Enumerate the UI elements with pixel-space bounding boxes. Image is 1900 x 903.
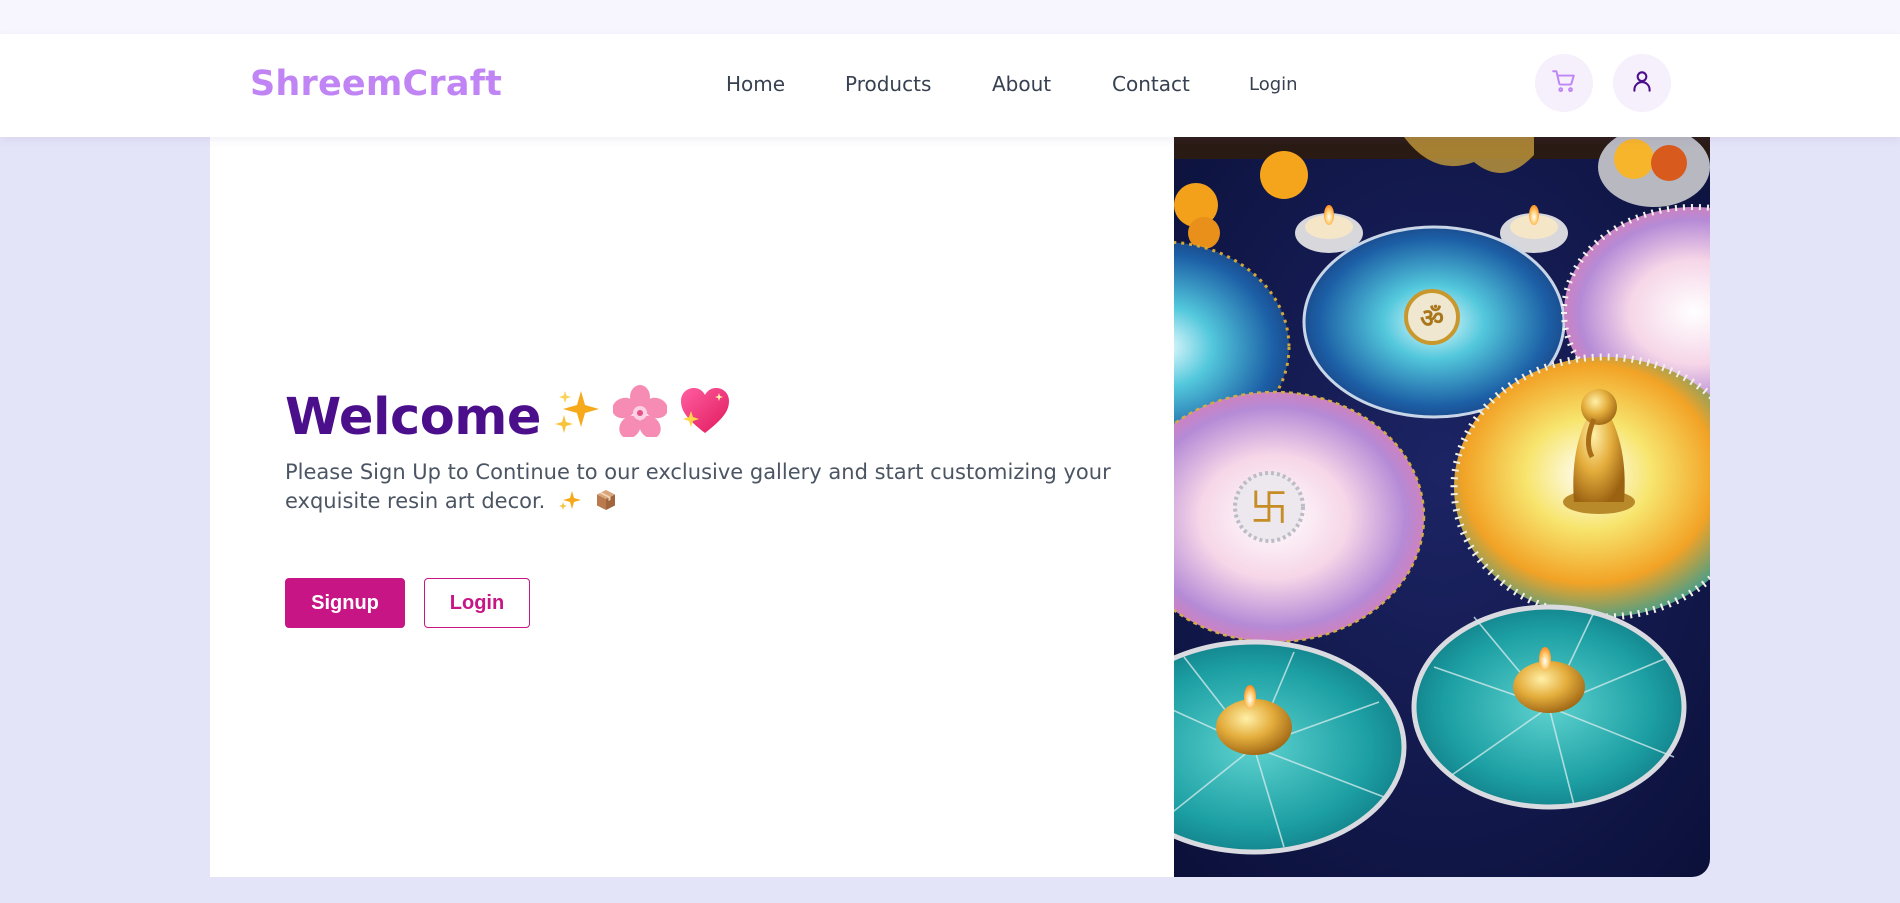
- svg-text:ॐ: ॐ: [1420, 304, 1444, 334]
- welcome-subtitle: Please Sign Up to Continue to our exclus…: [285, 458, 1135, 519]
- navbar: ShreemCraft Home Products About Contact …: [0, 34, 1900, 137]
- nav-products-link[interactable]: Products: [845, 72, 931, 96]
- sparkles-small-icon: [558, 489, 582, 519]
- signup-button[interactable]: Signup: [285, 578, 405, 628]
- nav-about-link[interactable]: About: [992, 72, 1051, 96]
- login-button[interactable]: Login: [424, 578, 530, 628]
- sparkles-icon: [551, 385, 603, 450]
- cherry-blossom-icon: [612, 385, 668, 450]
- welcome-card: Welcome Please Sign Up to Continue to ou…: [210, 137, 1710, 877]
- welcome-subtitle-text: Please Sign Up to Continue to our exclus…: [285, 460, 1111, 513]
- user-profile-button[interactable]: [1613, 54, 1671, 112]
- nav-home-link[interactable]: Home: [726, 72, 785, 96]
- package-icon: [595, 489, 617, 519]
- user-profile-icon: [1629, 68, 1655, 99]
- shopping-cart-icon: [1551, 68, 1577, 99]
- welcome-title: Welcome: [285, 388, 542, 447]
- sparkling-heart-icon: [677, 385, 733, 450]
- nav-login-link[interactable]: Login: [1249, 74, 1298, 95]
- svg-text:卐: 卐: [1250, 486, 1288, 530]
- welcome-heading: Welcome: [285, 385, 733, 450]
- brand-logo[interactable]: ShreemCraft: [250, 64, 502, 104]
- nav-contact-link[interactable]: Contact: [1112, 72, 1190, 96]
- resin-art-image: ॐ 卐: [1174, 137, 1710, 877]
- cart-button[interactable]: [1535, 54, 1593, 112]
- welcome-panel: Welcome Please Sign Up to Continue to ou…: [210, 137, 1174, 877]
- top-strip: [0, 0, 1900, 34]
